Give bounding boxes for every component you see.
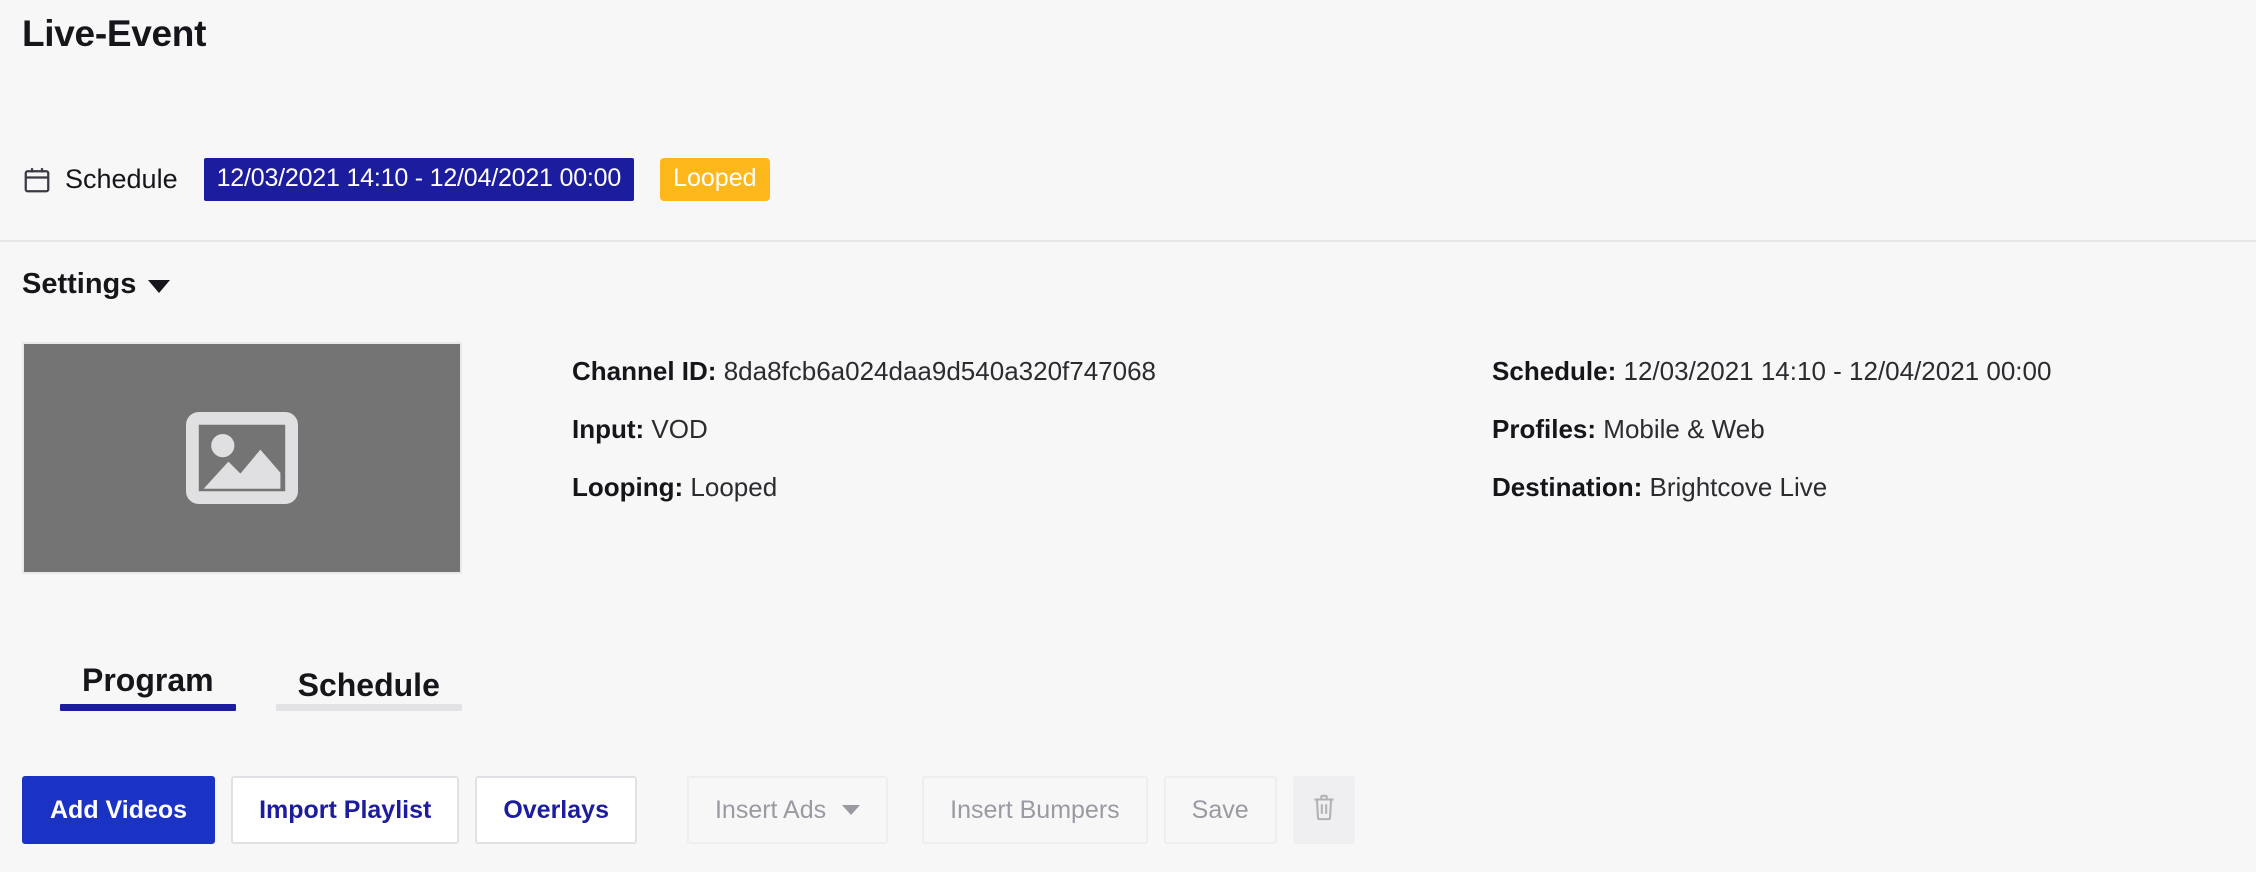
program-toolbar: Add Videos Import Playlist Overlays Inse… (22, 776, 1355, 844)
tab-label: Schedule (298, 667, 440, 703)
tab-inactive-indicator (276, 704, 462, 711)
tab-schedule[interactable]: Schedule (276, 667, 462, 711)
detail-value: Mobile & Web (1603, 414, 1764, 444)
button-label: Import Playlist (259, 796, 431, 825)
detail-row: Profiles: Mobile & Web (1492, 400, 2051, 458)
detail-key: Looping: (572, 472, 683, 502)
button-label: Add Videos (50, 796, 187, 825)
detail-value: Brightcove Live (1649, 472, 1827, 502)
delete-button (1293, 776, 1355, 844)
button-label: Save (1192, 796, 1249, 825)
detail-row: Destination: Brightcove Live (1492, 458, 2051, 516)
overlays-button[interactable]: Overlays (475, 776, 637, 844)
button-label: Insert Bumpers (950, 796, 1120, 825)
insert-bumpers-button: Insert Bumpers (922, 776, 1148, 844)
detail-value: Looped (690, 472, 777, 502)
tab-program[interactable]: Program (60, 662, 236, 711)
button-label: Overlays (503, 796, 609, 825)
settings-section-body: Channel ID: 8da8fcb6a024daa9d540a320f747… (22, 342, 2234, 574)
tab-label: Program (82, 662, 214, 698)
detail-key: Profiles: (1492, 414, 1596, 444)
detail-key: Input: (572, 414, 644, 444)
detail-key: Channel ID: (572, 356, 716, 386)
settings-details-right: Schedule: 12/03/2021 14:10 - 12/04/2021 … (1492, 342, 2051, 516)
chevron-down-icon (148, 280, 170, 293)
live-event-page: Live-Event Schedule 12/03/2021 14:10 - 1… (0, 0, 2256, 872)
schedule-summary-row: Schedule 12/03/2021 14:10 - 12/04/2021 0… (22, 158, 770, 201)
import-playlist-button[interactable]: Import Playlist (231, 776, 459, 844)
button-label: Insert Ads (715, 796, 826, 825)
save-button: Save (1164, 776, 1277, 844)
image-placeholder-icon (186, 412, 298, 504)
tab-active-indicator (60, 704, 236, 711)
schedule-range-badge[interactable]: 12/03/2021 14:10 - 12/04/2021 00:00 (204, 158, 634, 201)
schedule-label: Schedule (65, 164, 178, 195)
detail-value: 8da8fcb6a024daa9d540a320f747068 (724, 356, 1156, 386)
content-tabs: Program Schedule (60, 662, 462, 711)
trash-icon (1310, 792, 1338, 829)
calendar-icon (22, 165, 52, 195)
add-videos-button[interactable]: Add Videos (22, 776, 215, 844)
detail-row: Looping: Looped (572, 458, 1156, 516)
settings-section-toggle[interactable]: Settings (22, 268, 170, 301)
chevron-down-icon (842, 805, 860, 815)
header-divider (0, 240, 2256, 242)
page-title: Live-Event (22, 12, 206, 56)
insert-ads-button: Insert Ads (687, 776, 888, 844)
settings-section-title: Settings (22, 268, 136, 301)
detail-row: Schedule: 12/03/2021 14:10 - 12/04/2021 … (1492, 342, 2051, 400)
looped-status-badge: Looped (660, 158, 769, 201)
settings-details-left: Channel ID: 8da8fcb6a024daa9d540a320f747… (572, 342, 1156, 516)
detail-row: Channel ID: 8da8fcb6a024daa9d540a320f747… (572, 342, 1156, 400)
detail-key: Schedule: (1492, 356, 1616, 386)
detail-value: 12/03/2021 14:10 - 12/04/2021 00:00 (1624, 356, 2052, 386)
detail-row: Input: VOD (572, 400, 1156, 458)
detail-key: Destination: (1492, 472, 1642, 502)
event-thumbnail[interactable] (22, 342, 462, 574)
detail-value: VOD (651, 414, 707, 444)
